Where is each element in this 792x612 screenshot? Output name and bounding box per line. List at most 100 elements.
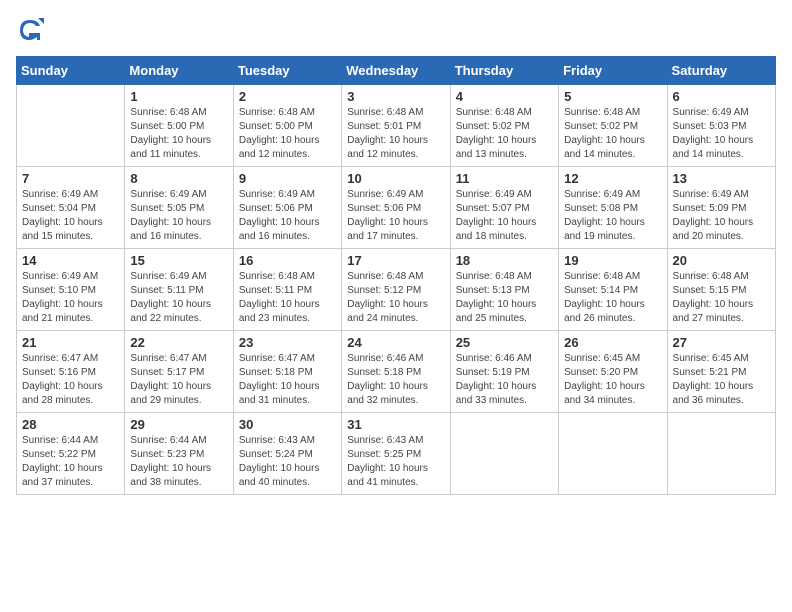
day-number: 21 (22, 335, 119, 350)
day-info: Sunrise: 6:49 AMSunset: 5:09 PMDaylight:… (673, 188, 770, 244)
day-info: Sunrise: 6:47 AMSunset: 5:16 PMDaylight:… (22, 352, 119, 408)
calendar-cell: 16 Sunrise: 6:48 AMSunset: 5:11 PMDayligh… (233, 249, 341, 331)
calendar-cell: 3 Sunrise: 6:48 AMSunset: 5:01 PMDaylight… (342, 85, 450, 167)
weekday-header-friday: Friday (559, 57, 667, 85)
day-info: Sunrise: 6:47 AMSunset: 5:18 PMDaylight:… (239, 352, 336, 408)
calendar-cell: 2 Sunrise: 6:48 AMSunset: 5:00 PMDaylight… (233, 85, 341, 167)
day-info: Sunrise: 6:46 AMSunset: 5:18 PMDaylight:… (347, 352, 444, 408)
day-number: 20 (673, 253, 770, 268)
day-number: 11 (456, 171, 553, 186)
day-number: 3 (347, 89, 444, 104)
day-info: Sunrise: 6:45 AMSunset: 5:20 PMDaylight:… (564, 352, 661, 408)
day-number: 27 (673, 335, 770, 350)
day-number: 10 (347, 171, 444, 186)
calendar-cell: 11 Sunrise: 6:49 AMSunset: 5:07 PMDayligh… (450, 167, 558, 249)
calendar-cell: 22 Sunrise: 6:47 AMSunset: 5:17 PMDayligh… (125, 331, 233, 413)
calendar-cell: 20Sunrise: 6:48 AMSunset: 5:15 PMDayligh… (667, 249, 775, 331)
calendar-week-row: 1 Sunrise: 6:48 AMSunset: 5:00 PMDaylight… (17, 85, 776, 167)
calendar-cell: 7 Sunrise: 6:49 AMSunset: 5:04 PMDaylight… (17, 167, 125, 249)
day-info: Sunrise: 6:43 AMSunset: 5:25 PMDaylight:… (347, 434, 444, 490)
calendar-cell: 23 Sunrise: 6:47 AMSunset: 5:18 PMDayligh… (233, 331, 341, 413)
day-info: Sunrise: 6:44 AMSunset: 5:22 PMDaylight:… (22, 434, 119, 490)
calendar-cell (559, 413, 667, 495)
day-number: 19 (564, 253, 661, 268)
day-number: 4 (456, 89, 553, 104)
day-number: 22 (130, 335, 227, 350)
calendar-cell: 8 Sunrise: 6:49 AMSunset: 5:05 PMDaylight… (125, 167, 233, 249)
calendar-table: SundayMondayTuesdayWednesdayThursdayFrid… (16, 56, 776, 495)
calendar-cell: 19 Sunrise: 6:48 AMSunset: 5:14 PMDayligh… (559, 249, 667, 331)
day-info: Sunrise: 6:45 AMSunset: 5:21 PMDaylight:… (673, 352, 770, 408)
day-number: 13 (673, 171, 770, 186)
calendar-cell: 30 Sunrise: 6:43 AMSunset: 5:24 PMDayligh… (233, 413, 341, 495)
day-number: 26 (564, 335, 661, 350)
calendar-week-row: 21 Sunrise: 6:47 AMSunset: 5:16 PMDayligh… (17, 331, 776, 413)
weekday-header-thursday: Thursday (450, 57, 558, 85)
day-number: 30 (239, 417, 336, 432)
calendar-week-row: 28 Sunrise: 6:44 AMSunset: 5:22 PMDayligh… (17, 413, 776, 495)
calendar-week-row: 7 Sunrise: 6:49 AMSunset: 5:04 PMDaylight… (17, 167, 776, 249)
day-number: 12 (564, 171, 661, 186)
calendar-cell: 24 Sunrise: 6:46 AMSunset: 5:18 PMDayligh… (342, 331, 450, 413)
day-info: Sunrise: 6:48 AMSunset: 5:01 PMDaylight:… (347, 106, 444, 162)
day-info: Sunrise: 6:49 AMSunset: 5:04 PMDaylight:… (22, 188, 119, 244)
day-number: 18 (456, 253, 553, 268)
logo (16, 16, 48, 44)
weekday-header-row: SundayMondayTuesdayWednesdayThursdayFrid… (17, 57, 776, 85)
calendar-cell: 9 Sunrise: 6:49 AMSunset: 5:06 PMDaylight… (233, 167, 341, 249)
calendar-cell: 12Sunrise: 6:49 AMSunset: 5:08 PMDayligh… (559, 167, 667, 249)
day-info: Sunrise: 6:49 AMSunset: 5:06 PMDaylight:… (239, 188, 336, 244)
day-number: 16 (239, 253, 336, 268)
calendar-cell (667, 413, 775, 495)
day-number: 8 (130, 171, 227, 186)
page-header (16, 16, 776, 44)
day-number: 24 (347, 335, 444, 350)
day-info: Sunrise: 6:49 AMSunset: 5:05 PMDaylight:… (130, 188, 227, 244)
calendar-cell: 29 Sunrise: 6:44 AMSunset: 5:23 PMDayligh… (125, 413, 233, 495)
day-info: Sunrise: 6:49 AMSunset: 5:11 PMDaylight:… (130, 270, 227, 326)
day-info: Sunrise: 6:49 AMSunset: 5:03 PMDaylight:… (673, 106, 770, 162)
day-info: Sunrise: 6:47 AMSunset: 5:17 PMDaylight:… (130, 352, 227, 408)
day-info: Sunrise: 6:43 AMSunset: 5:24 PMDaylight:… (239, 434, 336, 490)
weekday-header-saturday: Saturday (667, 57, 775, 85)
day-number: 9 (239, 171, 336, 186)
calendar-cell: 6 Sunrise: 6:49 AMSunset: 5:03 PMDaylight… (667, 85, 775, 167)
day-info: Sunrise: 6:49 AMSunset: 5:07 PMDaylight:… (456, 188, 553, 244)
day-number: 31 (347, 417, 444, 432)
day-number: 25 (456, 335, 553, 350)
day-number: 2 (239, 89, 336, 104)
day-info: Sunrise: 6:49 AMSunset: 5:06 PMDaylight:… (347, 188, 444, 244)
calendar-cell: 13 Sunrise: 6:49 AMSunset: 5:09 PMDayligh… (667, 167, 775, 249)
day-info: Sunrise: 6:48 AMSunset: 5:11 PMDaylight:… (239, 270, 336, 326)
day-info: Sunrise: 6:48 AMSunset: 5:12 PMDaylight:… (347, 270, 444, 326)
day-info: Sunrise: 6:49 AMSunset: 5:10 PMDaylight:… (22, 270, 119, 326)
calendar-cell: 1 Sunrise: 6:48 AMSunset: 5:00 PMDaylight… (125, 85, 233, 167)
weekday-header-sunday: Sunday (17, 57, 125, 85)
calendar-cell (17, 85, 125, 167)
day-info: Sunrise: 6:48 AMSunset: 5:00 PMDaylight:… (239, 106, 336, 162)
calendar-week-row: 14 Sunrise: 6:49 AMSunset: 5:10 PMDayligh… (17, 249, 776, 331)
calendar-cell: 17Sunrise: 6:48 AMSunset: 5:12 PMDayligh… (342, 249, 450, 331)
day-info: Sunrise: 6:48 AMSunset: 5:02 PMDaylight:… (456, 106, 553, 162)
calendar-cell: 21 Sunrise: 6:47 AMSunset: 5:16 PMDayligh… (17, 331, 125, 413)
calendar-cell: 15 Sunrise: 6:49 AMSunset: 5:11 PMDayligh… (125, 249, 233, 331)
day-number: 23 (239, 335, 336, 350)
calendar-cell (450, 413, 558, 495)
day-number: 29 (130, 417, 227, 432)
day-number: 6 (673, 89, 770, 104)
day-number: 15 (130, 253, 227, 268)
day-info: Sunrise: 6:44 AMSunset: 5:23 PMDaylight:… (130, 434, 227, 490)
day-info: Sunrise: 6:48 AMSunset: 5:02 PMDaylight:… (564, 106, 661, 162)
weekday-header-tuesday: Tuesday (233, 57, 341, 85)
day-info: Sunrise: 6:48 AMSunset: 5:00 PMDaylight:… (130, 106, 227, 162)
day-number: 14 (22, 253, 119, 268)
calendar-cell: 18Sunrise: 6:48 AMSunset: 5:13 PMDayligh… (450, 249, 558, 331)
weekday-header-wednesday: Wednesday (342, 57, 450, 85)
day-number: 28 (22, 417, 119, 432)
day-number: 1 (130, 89, 227, 104)
calendar-cell: 31 Sunrise: 6:43 AMSunset: 5:25 PMDayligh… (342, 413, 450, 495)
calendar-cell: 28 Sunrise: 6:44 AMSunset: 5:22 PMDayligh… (17, 413, 125, 495)
day-number: 7 (22, 171, 119, 186)
day-info: Sunrise: 6:48 AMSunset: 5:14 PMDaylight:… (564, 270, 661, 326)
logo-icon (16, 16, 44, 44)
